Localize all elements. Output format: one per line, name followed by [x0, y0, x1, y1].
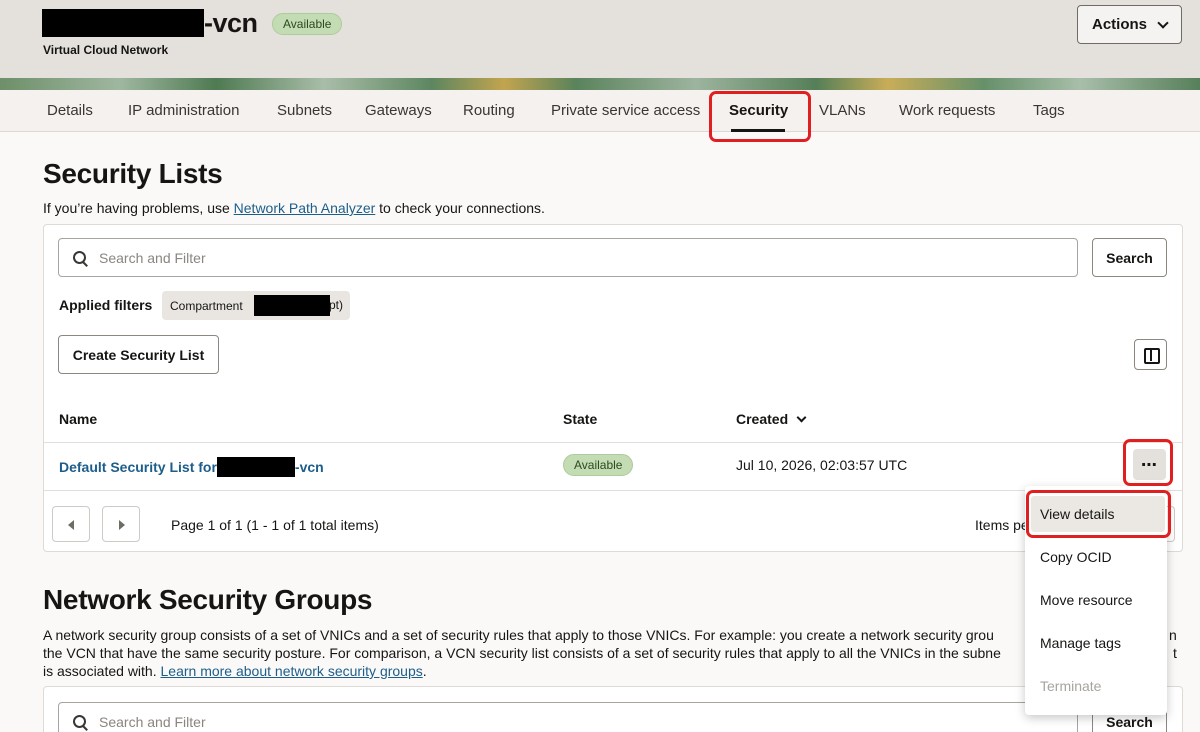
chevron-right-icon: [119, 520, 125, 530]
security-lists-intro: If you’re having problems, use Network P…: [43, 198, 545, 219]
status-badge: Available: [272, 13, 343, 35]
security-list-search-input[interactable]: [99, 249, 999, 266]
security-list-name-link[interactable]: Default Security List for -vcn: [59, 457, 324, 477]
nsg-search-field[interactable]: [58, 702, 1078, 732]
chevron-left-icon: [68, 520, 74, 530]
security-list-search-button[interactable]: Search: [1092, 238, 1167, 277]
sort-chevron-down-icon: [796, 412, 807, 422]
nsg-intro-line: is associated with.: [43, 663, 161, 679]
column-header-name: Name: [59, 411, 98, 427]
nsg-intro-line: the VCN that have the same security post…: [43, 645, 1001, 661]
actions-label: Actions: [1091, 16, 1147, 33]
column-header-created-label: Created: [736, 411, 789, 427]
actions-button[interactable]: Actions: [1077, 5, 1182, 44]
nsg-intro-period: .: [422, 663, 427, 679]
items-per-page-label: Items pe: [975, 517, 1029, 533]
tab-vlans[interactable]: VLANs: [819, 102, 866, 119]
tab-ip-administration[interactable]: IP administration: [128, 102, 239, 119]
tab-subnets[interactable]: Subnets: [277, 102, 332, 119]
menu-item-manage-tags[interactable]: Manage tags: [1040, 635, 1121, 651]
security-lists-heading: Security Lists: [43, 158, 223, 189]
compartment-filter-chip[interactable]: Compartment pt): [162, 291, 350, 320]
nsg-intro-line-tail: n: [1169, 627, 1177, 643]
redacted-name: [42, 9, 204, 37]
menu-item-terminate: Terminate: [1040, 678, 1102, 694]
row-created-date: Jul 10, 2026, 02:03:57 UTC: [736, 457, 908, 473]
intro-text-tail: to check your connections.: [375, 200, 545, 216]
tab-details[interactable]: Details: [47, 102, 93, 119]
nsg-intro-line: A network security group consists of a s…: [43, 627, 994, 643]
menu-item-view-details[interactable]: View details: [1040, 506, 1114, 522]
nsg-search-input[interactable]: [99, 713, 999, 730]
row-actions-menu-icon[interactable]: ⋯: [1133, 449, 1166, 480]
intro-text: If you’re having problems, use: [43, 200, 234, 216]
security-list-search-field[interactable]: [58, 238, 1078, 277]
nsg-heading: Network Security Groups: [43, 584, 373, 615]
nsg-intro: A network security group consists of a s…: [43, 626, 1183, 680]
search-icon: [73, 714, 87, 729]
chevron-down-icon: [1157, 16, 1169, 29]
vcn-subtitle: Virtual Cloud Network: [43, 43, 169, 57]
network-path-analyzer-link[interactable]: Network Path Analyzer: [234, 200, 376, 216]
header-decorative-band: [0, 78, 1200, 90]
learn-more-nsg-link[interactable]: Learn more about network security groups: [161, 663, 423, 679]
vcn-title: -vcn: [42, 8, 258, 38]
redacted-compartment: [254, 295, 330, 316]
row-divider: [44, 490, 1182, 491]
tab-tags[interactable]: Tags: [1033, 102, 1065, 119]
pagination-status: Page 1 of 1 (1 - 1 of 1 total items): [171, 517, 379, 533]
tab-work-requests[interactable]: Work requests: [899, 102, 995, 119]
redacted-name: [216, 457, 295, 477]
row-divider: [44, 442, 1182, 443]
tab-bar: Details IP administration Subnets Gatewa…: [0, 90, 1200, 132]
row-status-badge: Available: [563, 454, 634, 476]
column-header-state: State: [563, 411, 598, 427]
tab-security[interactable]: Security: [729, 102, 788, 119]
create-security-list-button[interactable]: Create Security List: [58, 335, 219, 374]
tab-routing[interactable]: Routing: [463, 102, 515, 119]
vcn-title-suffix: -vcn: [204, 7, 258, 38]
tab-gateways[interactable]: Gateways: [365, 102, 432, 119]
applied-filters-label: Applied filters: [59, 297, 153, 313]
security-list-name-suffix: -vcn: [294, 459, 324, 475]
tab-private-service-access[interactable]: Private service access: [551, 102, 700, 119]
active-tab-indicator: [731, 129, 785, 132]
previous-page-button[interactable]: [52, 506, 90, 542]
filter-chip-label: Compartment: [170, 298, 243, 313]
search-icon: [73, 250, 87, 265]
filter-chip-tail: pt): [329, 298, 344, 312]
column-header-created[interactable]: Created: [736, 411, 807, 427]
next-page-button[interactable]: [102, 506, 140, 542]
menu-item-copy-ocid[interactable]: Copy OCID: [1040, 549, 1112, 565]
security-list-name-prefix: Default Security List for: [59, 459, 217, 475]
menu-item-move-resource[interactable]: Move resource: [1040, 592, 1133, 608]
column-manager-icon[interactable]: [1134, 339, 1167, 370]
nsg-intro-line-tail: t: [1173, 645, 1177, 661]
